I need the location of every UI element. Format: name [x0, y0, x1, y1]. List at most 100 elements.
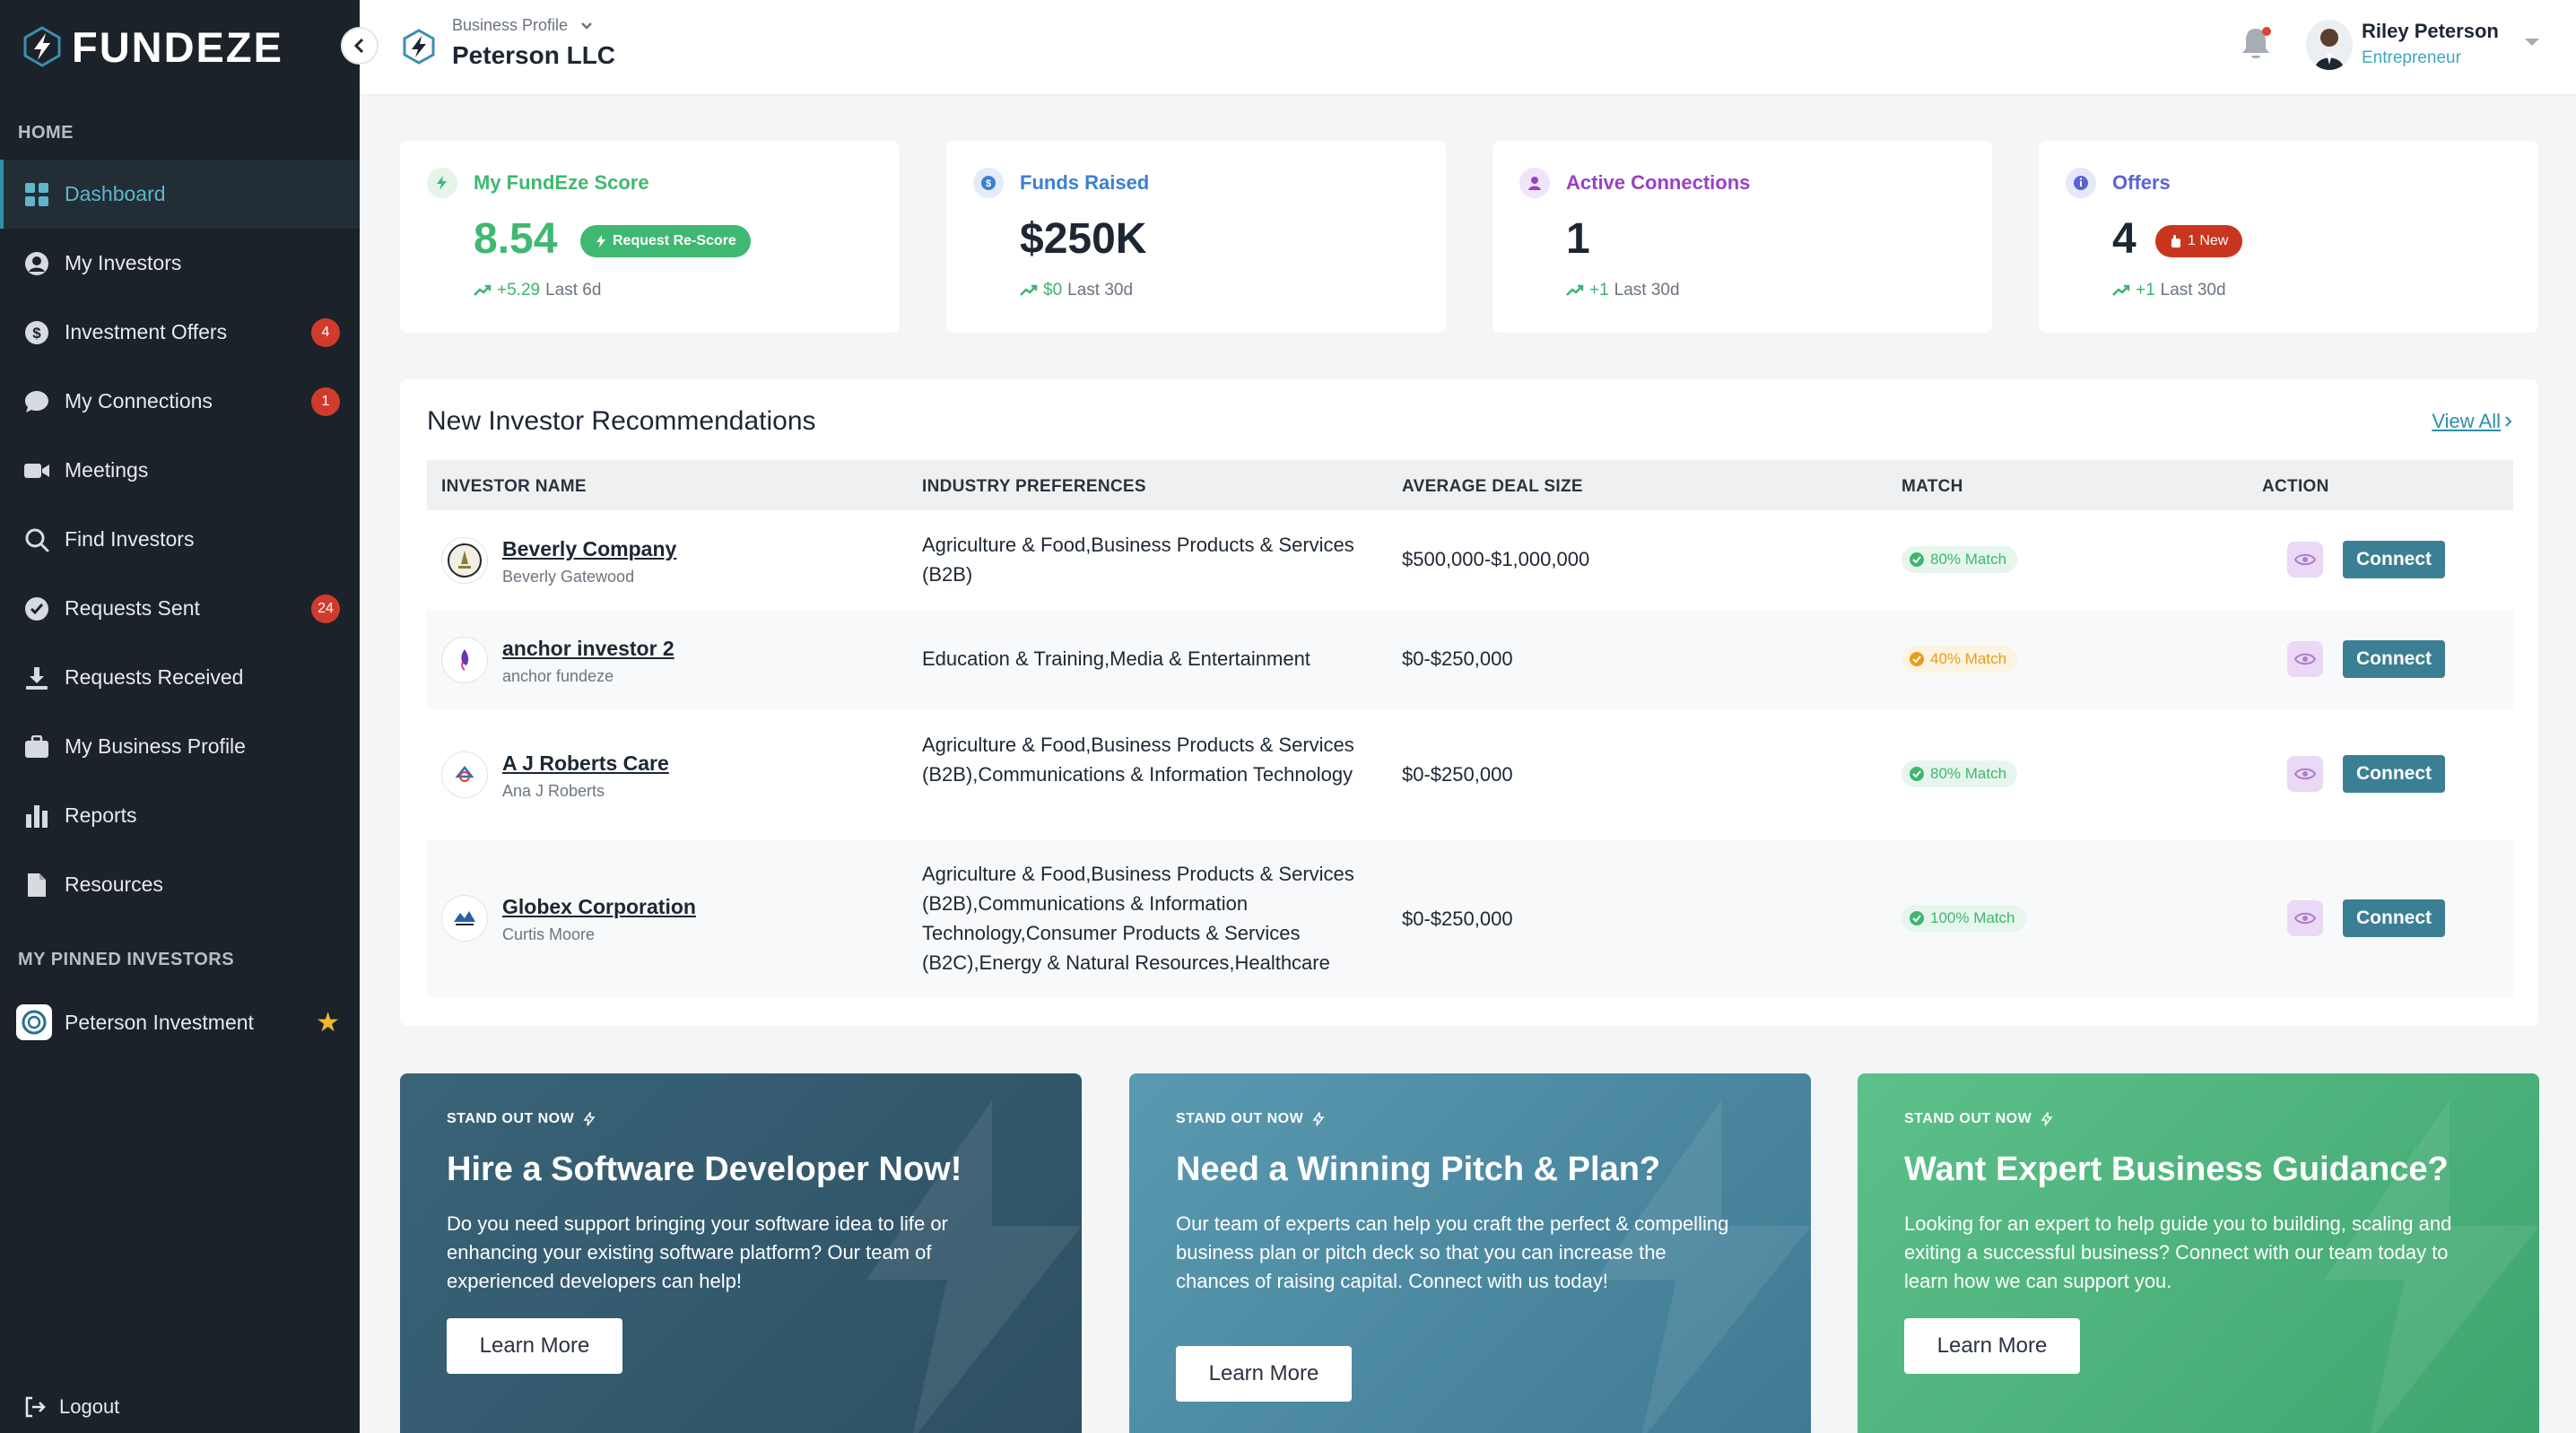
grid-icon [23, 181, 50, 208]
view-investor-button[interactable] [2287, 756, 2323, 792]
promo-text: Our team of experts can help you craft t… [1176, 1212, 1729, 1292]
eye-icon [2294, 912, 2316, 925]
stat-title: Active Connections [1566, 171, 1751, 194]
investor-logo-icon [441, 751, 488, 798]
column-header-industry: INDUSTRY PREFERENCES [922, 477, 1146, 496]
pinned-investor-logo-icon [16, 1004, 52, 1040]
match-badge: 80% Match [1902, 546, 2018, 573]
sidebar-item-label: Meetings [65, 458, 149, 482]
user-circle-icon [23, 250, 50, 277]
sidebar-item-label: Investment Offers [65, 320, 228, 343]
score-icon [427, 168, 457, 198]
connections-trend: +1 Last 30d [1566, 281, 1680, 300]
sidebar-nav: Dashboard My Investors $ Investment Offe… [0, 160, 360, 919]
sidebar-item-my-investors[interactable]: My Investors [0, 229, 360, 298]
investor-logo-icon [441, 537, 488, 584]
sidebar-item-label: Requests Received [65, 665, 244, 689]
sidebar: FUNDEZE HOME Dashboard My Investors $ In… [0, 0, 360, 1433]
collapse-sidebar-button[interactable] [341, 27, 379, 65]
connections-user-icon [1519, 168, 1550, 198]
table-row: Globex Corporation Curtis Moore Agricult… [427, 839, 2513, 997]
connections-count-badge: 1 [311, 386, 340, 416]
view-investor-button[interactable] [2287, 641, 2323, 677]
sidebar-item-requests-received[interactable]: Requests Received [0, 643, 360, 712]
eye-icon [2294, 653, 2316, 665]
trend-period: Last 6d [545, 281, 602, 300]
funds-value: $250K [1020, 215, 1147, 263]
trend-value: $0 [1043, 281, 1063, 300]
table-row: Beverly Company Beverly Gatewood Agricul… [427, 510, 2513, 610]
bolt-icon [1312, 1112, 1325, 1126]
recommendations-title: New Investor Recommendations [427, 406, 816, 436]
investor-name-link[interactable]: A J Roberts Care [502, 751, 669, 776]
promo-kicker: STAND OUT NOW [1176, 1111, 1325, 1127]
investor-name-link[interactable]: Globex Corporation [502, 895, 696, 919]
star-icon[interactable]: ★ [316, 1007, 340, 1038]
business-logo-icon [403, 29, 435, 65]
trend-value: +1 [1589, 281, 1609, 300]
business-profile-switcher[interactable]: Business Profile [452, 16, 593, 35]
new-offers-badge[interactable]: 1 New [2155, 225, 2243, 257]
stat-title: Offers [2112, 171, 2171, 194]
top-header: Business Profile Peterson LLC Riley Pete… [360, 0, 2576, 95]
connect-button[interactable]: Connect [2343, 640, 2445, 678]
investor-name-link[interactable]: Beverly Company [502, 537, 676, 561]
view-all-link[interactable]: View All [2432, 410, 2513, 433]
active-connections-card: Active Connections 1 +1 Last 30d [1493, 141, 1992, 333]
match-label: 80% Match [1930, 765, 2007, 782]
notification-dot [2262, 27, 2271, 36]
pinned-investor-item[interactable]: Peterson Investment ★ [0, 988, 360, 1056]
match-badge: 40% Match [1902, 646, 2018, 673]
connect-button[interactable]: Connect [2343, 899, 2445, 937]
sidebar-item-requests-sent[interactable]: Requests Sent 24 [0, 574, 360, 643]
user-name[interactable]: Riley Peterson [2362, 20, 2499, 43]
offers-value: 4 [2112, 215, 2137, 263]
view-investor-button[interactable] [2287, 542, 2323, 578]
logout-button[interactable]: Logout [23, 1395, 119, 1419]
brand-name: FUNDEZE [72, 22, 283, 71]
column-header-match: MATCH [1902, 477, 1963, 496]
dollar-icon: $ [23, 319, 50, 346]
view-all-label: View All [2432, 410, 2501, 432]
pinned-investor-label: Peterson Investment [65, 1010, 254, 1034]
sidebar-item-find-investors[interactable]: Find Investors [0, 505, 360, 574]
svg-text:$: $ [986, 178, 991, 189]
industry-preferences: Agriculture & Food,Business Products & S… [922, 734, 1354, 786]
industry-preferences: Agriculture & Food,Business Products & S… [922, 534, 1354, 586]
brand-logo[interactable]: FUNDEZE [22, 22, 283, 72]
connect-button[interactable]: Connect [2343, 541, 2445, 578]
sidebar-item-investment-offers[interactable]: $ Investment Offers 4 [0, 298, 360, 367]
sidebar-item-label: My Connections [65, 389, 213, 413]
briefcase-icon [23, 734, 50, 760]
user-menu-caret-icon[interactable] [2523, 36, 2541, 48]
sidebar-item-my-business-profile[interactable]: My Business Profile [0, 712, 360, 781]
user-avatar[interactable] [2306, 20, 2353, 70]
video-icon [23, 457, 50, 484]
sidebar-item-dashboard[interactable]: Dashboard [0, 160, 360, 229]
connect-button[interactable]: Connect [2343, 755, 2445, 793]
chevron-right-icon [2505, 416, 2512, 427]
sidebar-item-resources[interactable]: Resources [0, 850, 360, 919]
view-investor-button[interactable] [2287, 900, 2323, 936]
logout-label: Logout [59, 1395, 120, 1418]
fundeze-logo-icon [23, 26, 61, 67]
request-rescore-button[interactable]: Request Re-Score [580, 225, 751, 257]
learn-more-button[interactable]: Learn More [447, 1318, 622, 1374]
offers-trend: +1 Last 30d [2112, 281, 2226, 300]
promo-kicker: STAND OUT NOW [447, 1111, 596, 1127]
promo-text: Do you need support bringing your softwa… [447, 1212, 948, 1292]
investor-contact: Beverly Gatewood [502, 568, 635, 586]
score-trend: +5.29 Last 6d [474, 281, 601, 300]
sidebar-item-reports[interactable]: Reports [0, 781, 360, 850]
investor-name-link[interactable]: anchor investor 2 [502, 637, 674, 661]
promo-title: Hire a Software Developer Now! [447, 1151, 962, 1188]
investor-contact: Curtis Moore [502, 925, 596, 943]
promo-kicker-label: STAND OUT NOW [447, 1111, 575, 1126]
chevron-down-icon [581, 22, 592, 30]
bolt-icon [583, 1112, 596, 1126]
learn-more-button[interactable]: Learn More [1904, 1318, 2080, 1374]
learn-more-button[interactable]: Learn More [1176, 1346, 1352, 1402]
sidebar-item-meetings[interactable]: Meetings [0, 436, 360, 505]
home-section-label: HOME [18, 123, 74, 143]
sidebar-item-my-connections[interactable]: My Connections 1 [0, 367, 360, 436]
